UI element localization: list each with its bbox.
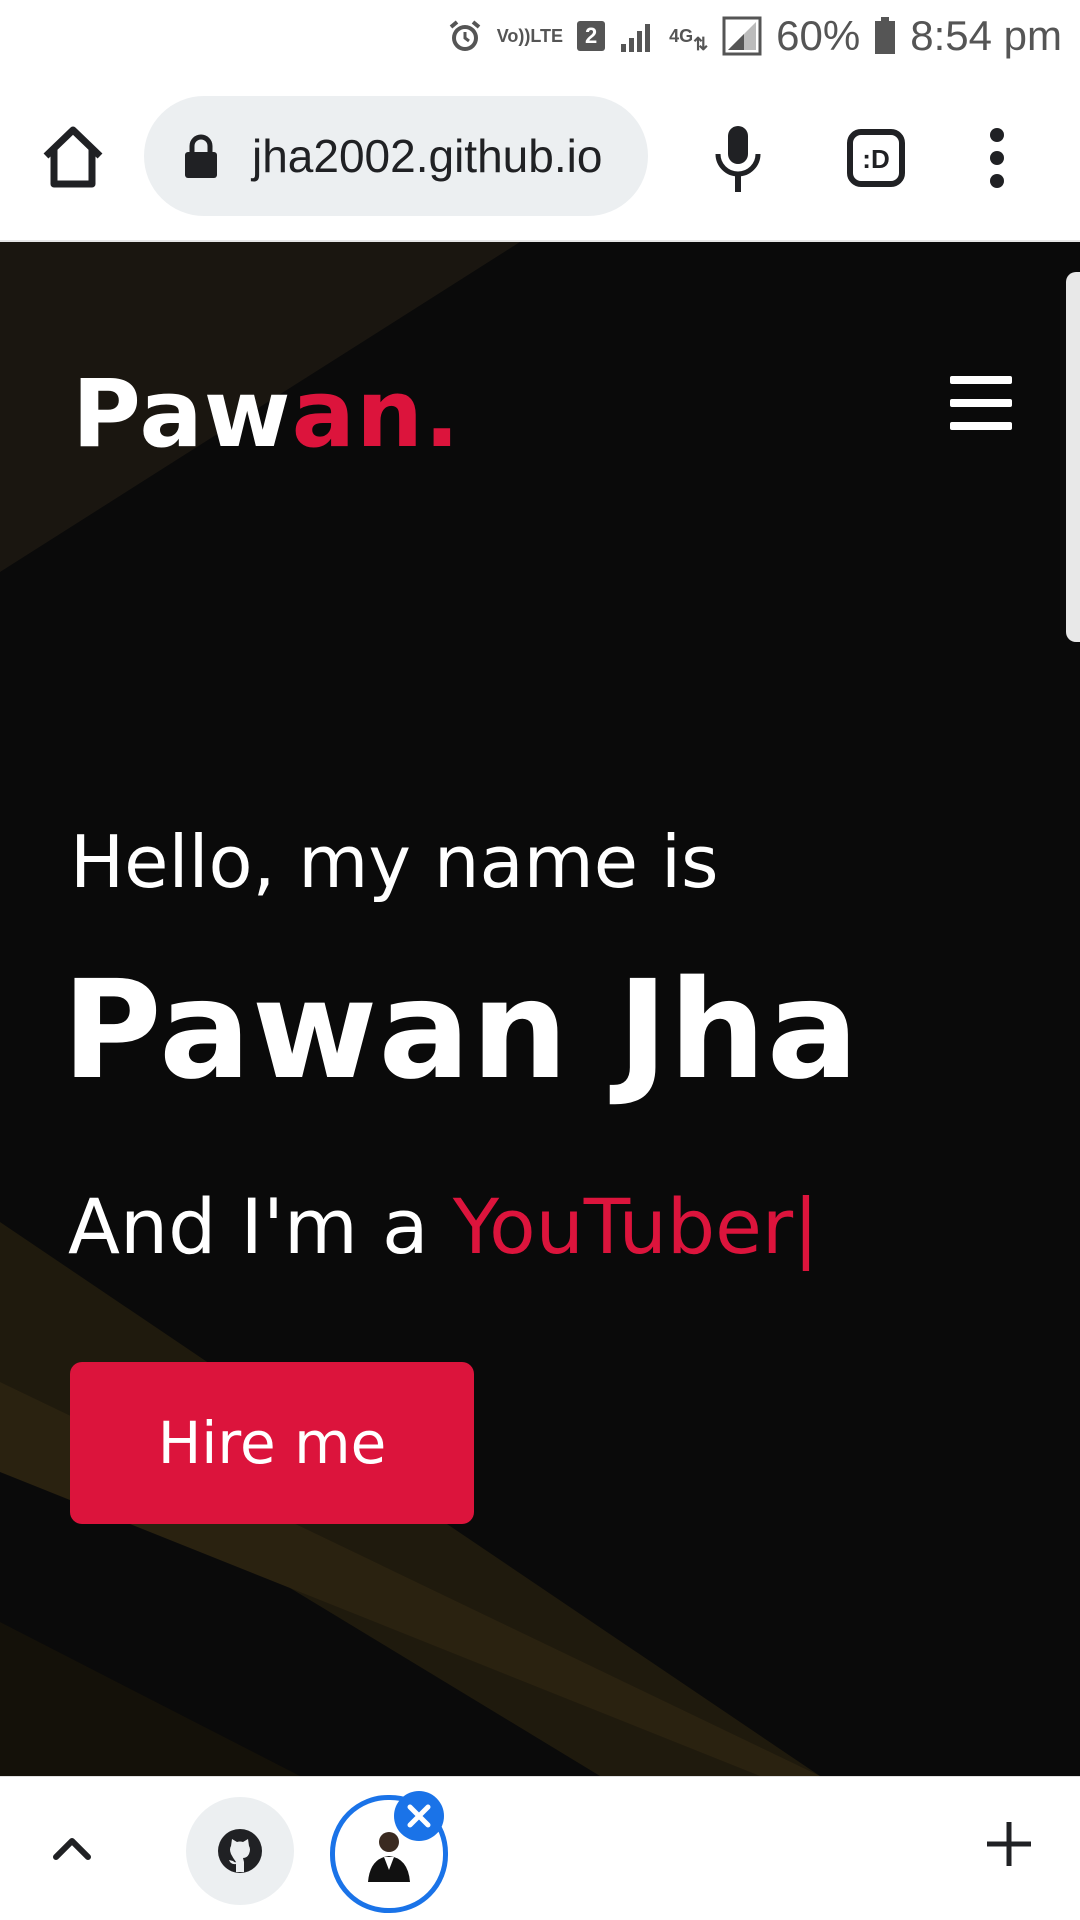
- status-bar: Vo)) LTE 2 4G ⇅ 60% 8:54 pm: [0, 0, 1080, 72]
- network-4g-indicator: 4G ⇅: [669, 26, 709, 54]
- more-options-icon[interactable]: [982, 126, 1012, 190]
- typed-role: YouTuber: [452, 1182, 794, 1271]
- volte-indicator: Vo)) LTE: [496, 26, 564, 46]
- tab-switcher-label: :D: [862, 144, 889, 174]
- greeting-text: Hello, my name is: [70, 820, 719, 904]
- browser-toolbar: jha2002.github.io :D: [0, 72, 1080, 242]
- hero-name: Pawan Jha: [62, 952, 860, 1110]
- typing-cursor: |: [793, 1182, 819, 1271]
- url-text: jha2002.github.io: [252, 130, 603, 182]
- website-hero: Pawan. Hello, my name is Pawan Jha And I…: [0, 242, 1080, 1776]
- tab-github[interactable]: [186, 1797, 294, 1905]
- tab-strip: [0, 1776, 1080, 1920]
- battery-percent: 60%: [776, 12, 861, 59]
- lock-icon: [185, 134, 217, 178]
- close-tab-icon[interactable]: [394, 1791, 444, 1841]
- phone-screen: Vo)) LTE 2 4G ⇅ 60% 8:54 pm jha2002.gith…: [0, 0, 1080, 1920]
- page-scrollbar[interactable]: [1066, 272, 1080, 642]
- signal-strength-icon: [619, 20, 655, 52]
- clock-time: 8:54 pm: [910, 12, 1062, 59]
- github-icon: [218, 1829, 262, 1873]
- signal-sim2-icon: [722, 16, 762, 56]
- microphone-icon[interactable]: [712, 124, 764, 194]
- tab-switcher-button[interactable]: :D: [846, 128, 906, 188]
- sim-slot-badge: 2: [577, 21, 606, 51]
- battery-icon: [874, 17, 896, 55]
- home-icon[interactable]: [38, 122, 108, 192]
- site-logo[interactable]: Pawan.: [72, 360, 461, 469]
- new-tab-plus-icon[interactable]: [984, 1819, 1034, 1869]
- alarm-clock-icon: [447, 18, 483, 54]
- hire-me-button[interactable]: Hire me: [70, 1362, 474, 1524]
- address-bar[interactable]: jha2002.github.io: [144, 96, 648, 216]
- role-line: And I'm a YouTuber|: [68, 1182, 819, 1271]
- hamburger-menu-icon[interactable]: [950, 376, 1012, 432]
- chevron-up-icon[interactable]: [48, 1827, 96, 1867]
